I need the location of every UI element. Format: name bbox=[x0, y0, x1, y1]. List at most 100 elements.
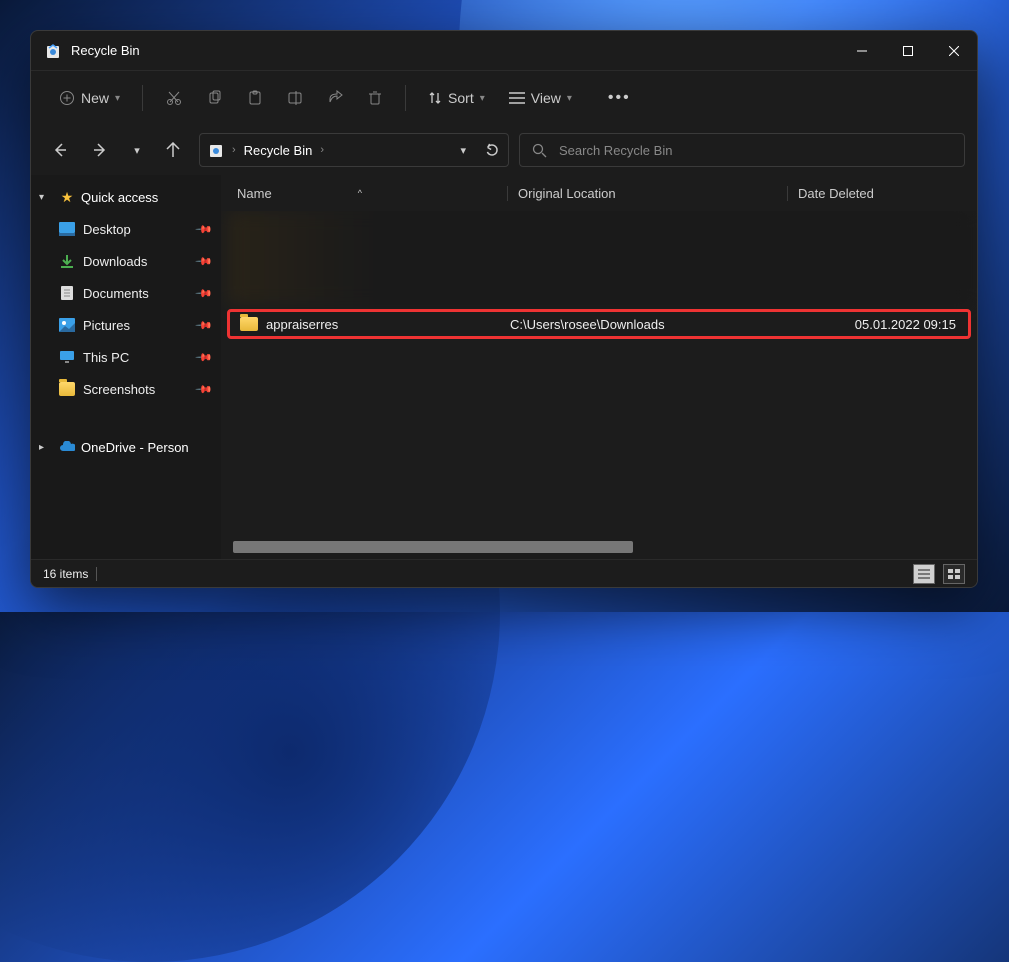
pin-icon: 📌 bbox=[195, 220, 214, 239]
thumbnails-view-button[interactable] bbox=[943, 564, 965, 584]
separator bbox=[96, 567, 97, 581]
pictures-icon bbox=[59, 317, 75, 333]
file-date: 05.01.2022 09:15 bbox=[800, 317, 968, 332]
sidebar-item-label: Documents bbox=[83, 286, 149, 301]
chevron-down-icon: ▾ bbox=[567, 93, 572, 104]
sort-icon bbox=[428, 91, 442, 105]
search-icon bbox=[532, 143, 547, 158]
sidebar-item-desktop[interactable]: Desktop 📌 bbox=[31, 213, 221, 245]
chevron-down-icon: ▾ bbox=[115, 93, 120, 104]
view-button[interactable]: View ▾ bbox=[499, 80, 582, 116]
window-title: Recycle Bin bbox=[71, 43, 839, 58]
titlebar: Recycle Bin bbox=[31, 31, 977, 71]
sidebar-item-label: This PC bbox=[83, 350, 129, 365]
sidebar-item-this-pc[interactable]: This PC 📌 bbox=[31, 341, 221, 373]
plus-circle-icon bbox=[59, 90, 75, 106]
recycle-bin-icon bbox=[45, 43, 61, 59]
paste-button[interactable] bbox=[237, 80, 273, 116]
monitor-icon bbox=[59, 349, 75, 365]
documents-icon bbox=[59, 285, 75, 301]
chevron-down-icon: ▾ bbox=[480, 93, 485, 104]
up-button[interactable] bbox=[157, 134, 189, 166]
share-button[interactable] bbox=[317, 80, 353, 116]
new-label: New bbox=[81, 90, 109, 106]
col-name[interactable]: Name ^ bbox=[237, 186, 507, 201]
chevron-down-icon[interactable]: ▾ bbox=[460, 144, 466, 157]
sidebar-item-downloads[interactable]: Downloads 📌 bbox=[31, 245, 221, 277]
arrow-left-icon bbox=[51, 142, 67, 158]
view-icon bbox=[509, 91, 525, 105]
column-headers: Name ^ Original Location Date Deleted bbox=[221, 175, 977, 211]
desktop-icon bbox=[59, 221, 75, 237]
explorer-window: Recycle Bin New ▾ bbox=[30, 30, 978, 588]
arrow-up-icon bbox=[165, 142, 181, 158]
search-box[interactable] bbox=[519, 133, 965, 167]
sidebar: ▾ ★ Quick access Desktop 📌 Downloads 📌 bbox=[31, 175, 221, 559]
file-name: appraiserres bbox=[266, 317, 338, 332]
separator bbox=[405, 85, 406, 111]
table-row[interactable]: appraiserres C:\Users\rosee\Downloads 05… bbox=[227, 309, 971, 339]
chevron-down-icon: ▾ bbox=[39, 192, 53, 203]
chevron-down-icon: ▾ bbox=[134, 144, 140, 157]
copy-button[interactable] bbox=[197, 80, 233, 116]
forward-button[interactable] bbox=[85, 134, 117, 166]
sidebar-item-pictures[interactable]: Pictures 📌 bbox=[31, 309, 221, 341]
details-icon bbox=[918, 569, 930, 579]
refresh-button[interactable] bbox=[484, 142, 500, 158]
sort-button[interactable]: Sort ▾ bbox=[418, 80, 495, 116]
search-input[interactable] bbox=[559, 143, 952, 158]
sidebar-group-label: OneDrive - Person bbox=[81, 440, 189, 455]
new-button[interactable]: New ▾ bbox=[49, 80, 130, 116]
cut-button[interactable] bbox=[155, 80, 193, 116]
col-label: Date Deleted bbox=[798, 186, 874, 201]
folder-icon bbox=[59, 381, 75, 397]
toolbar: New ▾ Sort ▾ View ▾ bbox=[31, 71, 977, 125]
close-button[interactable] bbox=[931, 31, 977, 71]
maximize-button[interactable] bbox=[885, 31, 931, 71]
more-button[interactable]: ••• bbox=[598, 80, 641, 116]
sidebar-item-screenshots[interactable]: Screenshots 📌 bbox=[31, 373, 221, 405]
scrollbar-thumb[interactable] bbox=[233, 541, 633, 553]
breadcrumb[interactable]: Recycle Bin bbox=[244, 143, 313, 158]
rename-icon bbox=[287, 90, 303, 106]
star-icon: ★ bbox=[59, 189, 75, 205]
downloads-icon bbox=[59, 253, 75, 269]
cloud-icon bbox=[59, 439, 75, 455]
recent-button[interactable]: ▾ bbox=[127, 134, 147, 166]
ellipsis-icon: ••• bbox=[608, 89, 631, 107]
rename-button[interactable] bbox=[277, 80, 313, 116]
folder-icon bbox=[240, 317, 258, 331]
sort-label: Sort bbox=[448, 90, 474, 106]
chevron-right-icon: › bbox=[320, 144, 324, 156]
back-button[interactable] bbox=[43, 134, 75, 166]
sidebar-item-documents[interactable]: Documents 📌 bbox=[31, 277, 221, 309]
chevron-right-icon: ▸ bbox=[39, 442, 53, 453]
col-label: Original Location bbox=[518, 186, 616, 201]
sidebar-group-quick-access[interactable]: ▾ ★ Quick access bbox=[31, 181, 221, 213]
file-location: C:\Users\rosee\Downloads bbox=[510, 317, 800, 332]
grid-icon bbox=[948, 569, 960, 579]
col-original-location[interactable]: Original Location bbox=[507, 186, 787, 201]
paste-icon bbox=[247, 90, 263, 106]
separator bbox=[142, 85, 143, 111]
sidebar-item-label: Pictures bbox=[83, 318, 130, 333]
navbar: ▾ › Recycle Bin › ▾ bbox=[31, 125, 977, 175]
delete-button[interactable] bbox=[357, 80, 393, 116]
col-date-deleted[interactable]: Date Deleted bbox=[787, 186, 977, 201]
statusbar: 16 items bbox=[31, 559, 977, 587]
sidebar-item-label: Screenshots bbox=[83, 382, 155, 397]
sort-asc-icon: ^ bbox=[358, 188, 362, 198]
minimize-button[interactable] bbox=[839, 31, 885, 71]
sidebar-group-onedrive[interactable]: ▸ OneDrive - Person bbox=[31, 431, 221, 463]
horizontal-scrollbar[interactable] bbox=[233, 541, 913, 553]
arrow-right-icon bbox=[93, 142, 109, 158]
blurred-rows bbox=[227, 211, 971, 305]
refresh-icon bbox=[484, 142, 500, 158]
cut-icon bbox=[165, 89, 183, 107]
recycle-bin-icon bbox=[208, 142, 224, 158]
address-bar[interactable]: › Recycle Bin › ▾ bbox=[199, 133, 509, 167]
chevron-right-icon: › bbox=[232, 144, 236, 156]
details-view-button[interactable] bbox=[913, 564, 935, 584]
share-icon bbox=[327, 90, 343, 106]
sidebar-item-label: Desktop bbox=[83, 222, 131, 237]
